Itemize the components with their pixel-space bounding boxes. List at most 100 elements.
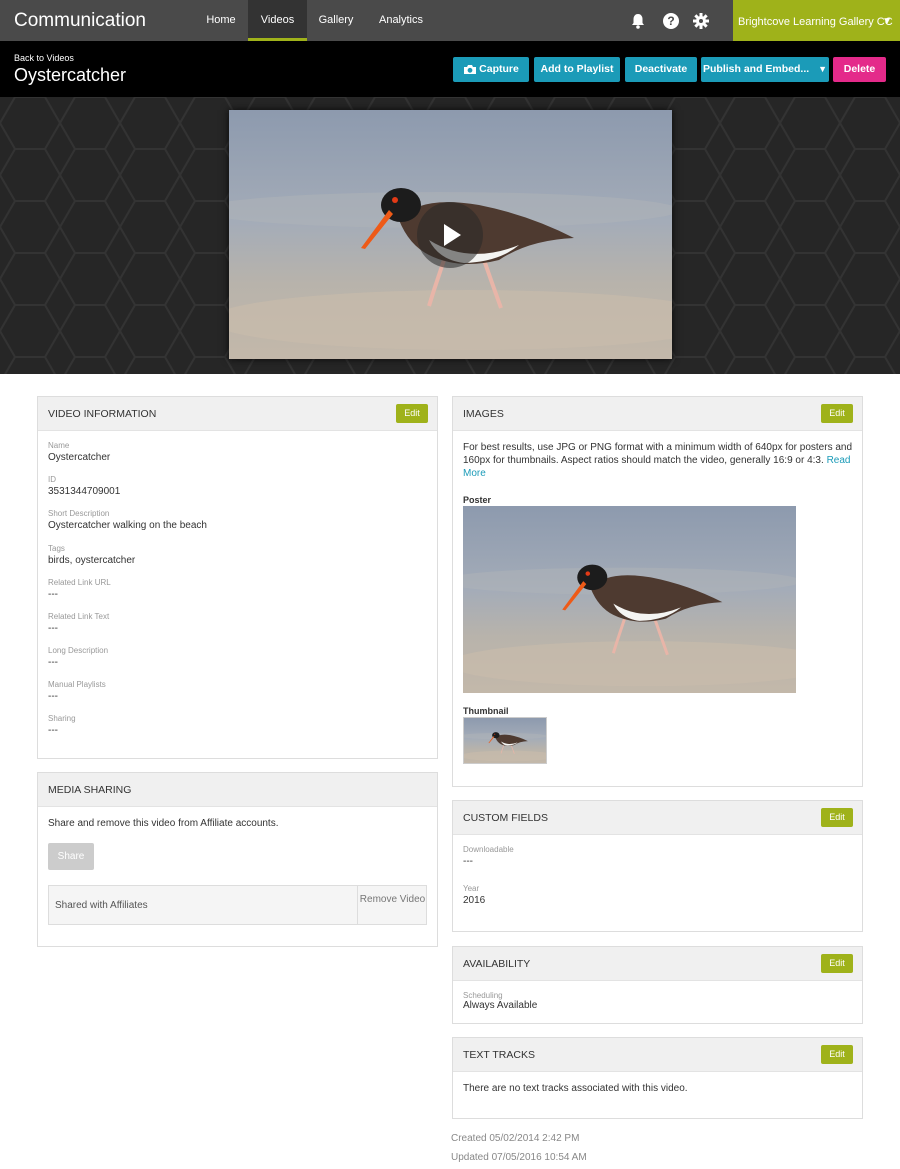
capture-label: Capture xyxy=(479,63,519,75)
field-year: Year 2016 xyxy=(463,884,485,906)
poster-label: Poster xyxy=(463,495,492,505)
back-to-videos-link[interactable]: Back to Videos xyxy=(14,53,74,63)
field-value: --- xyxy=(48,691,58,702)
play-icon[interactable] xyxy=(417,202,483,268)
field-label: Short Description xyxy=(48,509,110,518)
affiliates-table: Shared with Affiliates Remove Video xyxy=(48,885,427,925)
field-value: Always Available xyxy=(463,1000,538,1011)
field-label: Long Description xyxy=(48,646,109,655)
field-label: Related Link Text xyxy=(48,612,110,621)
poster-image xyxy=(463,506,796,693)
field-value: --- xyxy=(48,623,58,634)
panel-header: TEXT TRACKS Edit xyxy=(453,1038,862,1072)
edit-images-button[interactable]: Edit xyxy=(821,404,853,423)
field-short-description: Short Description Oystercatcher walking … xyxy=(48,509,207,531)
field-label: Manual Playlists xyxy=(48,680,106,689)
field-manual-playlists: Manual Playlists --- xyxy=(48,680,106,702)
title-bar: Back to Videos Oystercatcher Capture Add… xyxy=(0,41,900,97)
edit-video-info-button[interactable]: Edit xyxy=(396,404,428,423)
edit-text-tracks-button[interactable]: Edit xyxy=(821,1045,853,1064)
nav-tab-home[interactable]: Home xyxy=(203,0,239,41)
field-tags: Tags birds, oystercatcher xyxy=(48,544,135,566)
panel-title: CUSTOM FIELDS xyxy=(463,812,548,824)
table-header-remove: Remove Video xyxy=(357,886,427,924)
gear-icon[interactable] xyxy=(692,12,710,30)
add-to-playlist-button[interactable]: Add to Playlist xyxy=(534,57,620,82)
field-label: Name xyxy=(48,441,70,450)
field-value: 3531344709001 xyxy=(48,486,121,497)
custom-fields-panel: CUSTOM FIELDS Edit Downloadable --- Year… xyxy=(452,800,863,932)
thumbnail-label: Thumbnail xyxy=(463,706,509,716)
panel-header: IMAGES Edit xyxy=(453,397,862,431)
field-label: Downloadable xyxy=(463,845,514,854)
field-label: Sharing xyxy=(48,714,76,723)
field-label: Year xyxy=(463,884,480,893)
account-selector[interactable]: Brightcove Learning Gallery CC ▼ xyxy=(733,0,900,41)
text-tracks-panel: TEXT TRACKS Edit There are no text track… xyxy=(452,1037,863,1119)
field-value: 2016 xyxy=(463,895,486,906)
field-downloadable: Downloadable --- xyxy=(463,845,514,867)
field-value: Oystercatcher xyxy=(48,452,111,463)
edit-availability-button[interactable]: Edit xyxy=(821,954,853,973)
top-nav: Communication Home Videos Gallery Analyt… xyxy=(0,0,900,41)
field-related-link-url: Related Link URL --- xyxy=(48,578,111,600)
field-label: Related Link URL xyxy=(48,578,111,587)
panel-header: VIDEO INFORMATION Edit xyxy=(38,397,437,431)
account-name: Brightcove Learning Gallery CC xyxy=(738,16,893,28)
table-header-shared: Shared with Affiliates xyxy=(55,900,148,911)
delete-button[interactable]: Delete xyxy=(833,57,886,82)
field-long-description: Long Description --- xyxy=(48,646,108,668)
panel-header: MEDIA SHARING xyxy=(38,773,437,807)
svg-text:?: ? xyxy=(667,14,674,28)
media-sharing-panel: MEDIA SHARING Share and remove this vide… xyxy=(37,772,438,947)
field-value: --- xyxy=(48,589,58,600)
field-label: ID xyxy=(48,475,56,484)
share-button[interactable]: Share xyxy=(48,843,94,870)
camera-icon xyxy=(464,64,477,74)
nav-tab-analytics[interactable]: Analytics xyxy=(376,0,426,41)
panel-title: VIDEO INFORMATION xyxy=(48,408,157,420)
chevron-down-icon: ▼ xyxy=(882,16,892,27)
updated-timestamp: Updated 07/05/2016 10:54 AM xyxy=(451,1152,587,1163)
field-value: --- xyxy=(48,657,58,668)
panel-title: IMAGES xyxy=(463,408,504,420)
video-player-area xyxy=(0,97,900,374)
edit-custom-fields-button[interactable]: Edit xyxy=(821,808,853,827)
field-id: ID 3531344709001 xyxy=(48,475,120,497)
publish-embed-label: Publish and Embed... xyxy=(702,63,810,75)
deactivate-button[interactable]: Deactivate xyxy=(625,57,697,82)
images-panel: IMAGES Edit For best results, use JPG or… xyxy=(452,396,863,787)
publish-embed-button[interactable]: Publish and Embed... ▼ xyxy=(701,57,829,82)
field-label: Scheduling xyxy=(463,991,503,1000)
help-icon[interactable]: ? xyxy=(662,12,680,30)
nav-tab-videos[interactable]: Videos xyxy=(248,0,307,41)
field-value: --- xyxy=(463,856,473,867)
thumbnail-image xyxy=(463,717,547,764)
video-information-panel: VIDEO INFORMATION Edit Name Oystercatche… xyxy=(37,396,438,759)
field-label: Tags xyxy=(48,544,65,553)
images-help-text: For best results, use JPG or PNG format … xyxy=(463,441,855,480)
panel-header: CUSTOM FIELDS Edit xyxy=(453,801,862,835)
field-name: Name Oystercatcher xyxy=(48,441,110,463)
images-help-body: For best results, use JPG or PNG format … xyxy=(463,442,853,466)
video-player[interactable] xyxy=(229,110,672,359)
media-sharing-description: Share and remove this video from Affilia… xyxy=(48,818,279,829)
chevron-down-icon: ▼ xyxy=(818,64,828,74)
field-value: Oystercatcher walking on the beach xyxy=(48,520,207,531)
field-scheduling: Scheduling Always Available xyxy=(463,991,537,1011)
capture-button[interactable]: Capture xyxy=(453,57,529,82)
page-title: Oystercatcher xyxy=(14,65,127,85)
panel-header: AVAILABILITY Edit xyxy=(453,947,862,981)
panel-title: TEXT TRACKS xyxy=(463,1049,535,1061)
field-sharing: Sharing --- xyxy=(48,714,76,736)
panel-title: AVAILABILITY xyxy=(463,958,531,970)
panel-title: MEDIA SHARING xyxy=(48,784,132,796)
app-title: Communication xyxy=(14,10,146,31)
bell-icon[interactable] xyxy=(629,12,647,30)
field-value: birds, oystercatcher xyxy=(48,555,136,566)
field-related-link-text: Related Link Text --- xyxy=(48,612,109,634)
nav-tab-gallery[interactable]: Gallery xyxy=(315,0,357,41)
created-timestamp: Created 05/02/2014 2:42 PM xyxy=(451,1133,580,1144)
text-tracks-message: There are no text tracks associated with… xyxy=(463,1083,688,1094)
field-value: --- xyxy=(48,725,58,736)
